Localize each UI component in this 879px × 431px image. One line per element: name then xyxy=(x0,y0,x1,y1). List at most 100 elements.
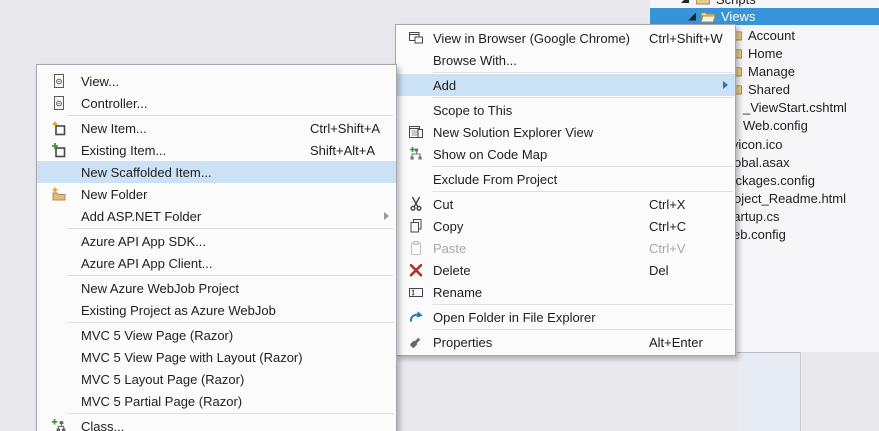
tree-item-label: _ViewStart.cshtml xyxy=(743,100,847,115)
menu-separator xyxy=(67,115,394,116)
menu-item-new-scaffolded-item[interactable]: New Scaffolded Item... xyxy=(37,161,396,183)
menu-item-azure-api-app-client[interactable]: Azure API App Client... xyxy=(37,252,396,274)
menu-item-label: View in Browser (Google Chrome) xyxy=(433,31,649,46)
expander-icon[interactable] xyxy=(681,0,689,3)
menu-item-delete[interactable]: DeleteDel xyxy=(396,259,735,281)
menu-item-label: Properties xyxy=(433,335,649,350)
menu-item-mvc-5-view-page-razor[interactable]: MVC 5 View Page (Razor) xyxy=(37,324,396,346)
menu-item-view[interactable]: View... xyxy=(37,70,396,92)
new-item-icon xyxy=(47,120,71,136)
menu-separator xyxy=(433,72,733,73)
menu-item-label: New Folder xyxy=(81,187,310,202)
menu-item-label: Browse With... xyxy=(433,53,649,68)
tree-item-scripts[interactable]: Scripts xyxy=(650,0,879,8)
menu-item-mvc-5-partial-page-razor[interactable]: MVC 5 Partial Page (Razor) xyxy=(37,390,396,412)
menu-item-label: Copy xyxy=(433,219,649,234)
menu-item-label: Scope to This xyxy=(433,103,649,118)
class-icon xyxy=(47,418,71,431)
menu-item-label: MVC 5 Partial Page (Razor) xyxy=(81,394,310,409)
add-submenu: View... Controller... New Item...Ctrl+Shif… xyxy=(36,64,397,431)
menu-item-new-azure-webjob-project[interactable]: New Azure WebJob Project xyxy=(37,277,396,299)
menu-item-mvc-5-layout-page-razor[interactable]: MVC 5 Layout Page (Razor) xyxy=(37,368,396,390)
delete-icon xyxy=(404,262,428,278)
menu-item-label: Add xyxy=(433,78,649,93)
menu-item-add-asp-net-folder[interactable]: Add ASP.NET Folder xyxy=(37,205,396,227)
menu-separator xyxy=(433,329,733,330)
folder-open-icon xyxy=(700,9,716,25)
tree-item-label: Shared xyxy=(748,82,790,97)
rename-icon xyxy=(404,284,428,300)
page-icon xyxy=(47,95,71,111)
visual-studio-context-menu-screen: ScriptsViewsAccountHomeManageShared_View… xyxy=(0,0,879,431)
tree-item-label: Project_Readme.html xyxy=(721,191,846,206)
tree-item-label: Web.config xyxy=(743,118,808,133)
menu-item-new-folder[interactable]: New Folder xyxy=(37,183,396,205)
context-menu: View in Browser (Google Chrome)Ctrl+Shif… xyxy=(395,24,736,356)
menu-separator xyxy=(67,228,394,229)
menu-item-show-on-code-map[interactable]: Show on Code Map xyxy=(396,143,735,165)
menu-item-add[interactable]: Add xyxy=(396,74,735,96)
menu-separator xyxy=(433,304,733,305)
cut-icon xyxy=(404,196,428,212)
menu-item-properties[interactable]: PropertiesAlt+Enter xyxy=(396,331,735,353)
menu-item-label: Rename xyxy=(433,285,649,300)
panel-divider-horizontal xyxy=(737,352,800,353)
menu-item-rename[interactable]: Rename xyxy=(396,281,735,303)
tree-item-label: Views xyxy=(721,9,755,24)
menu-item-copy[interactable]: CopyCtrl+C xyxy=(396,215,735,237)
panel-corner-area xyxy=(737,353,800,431)
menu-item-label: Delete xyxy=(433,263,649,278)
menu-item-label: Show on Code Map xyxy=(433,147,649,162)
menu-item-view-in-browser-google-chrome[interactable]: View in Browser (Google Chrome)Ctrl+Shif… xyxy=(396,27,735,49)
menu-item-label: Azure API App SDK... xyxy=(81,234,310,249)
tree-item-label: Scripts xyxy=(716,0,756,7)
menu-item-label: Exclude From Project xyxy=(433,172,649,187)
new-folder-icon xyxy=(47,186,71,202)
menu-item-azure-api-app-sdk[interactable]: Azure API App SDK... xyxy=(37,230,396,252)
menu-item-controller[interactable]: Controller... xyxy=(37,92,396,114)
page-icon xyxy=(47,73,71,89)
menu-item-label: Azure API App Client... xyxy=(81,256,310,271)
menu-item-label: MVC 5 View Page (Razor) xyxy=(81,328,310,343)
menu-item-label: Add ASP.NET Folder xyxy=(81,209,310,224)
menu-item-new-solution-explorer-view[interactable]: New Solution Explorer View xyxy=(396,121,735,143)
menu-item-label: Controller... xyxy=(81,96,310,111)
submenu-arrow-icon xyxy=(384,212,389,220)
menu-item-existing-item[interactable]: Existing Item...Shift+Alt+A xyxy=(37,139,396,161)
solution-explorer-view-icon xyxy=(404,124,428,140)
code-map-icon xyxy=(404,146,428,162)
menu-item-label: Existing Project as Azure WebJob xyxy=(81,303,310,318)
menu-separator xyxy=(67,275,394,276)
tree-item-label: Manage xyxy=(748,64,795,79)
tree-item-views[interactable]: Views xyxy=(650,8,879,25)
view-in-browser-icon xyxy=(404,30,428,46)
menu-item-scope-to-this[interactable]: Scope to This xyxy=(396,99,735,121)
menu-item-exclude-from-project[interactable]: Exclude From Project xyxy=(396,168,735,190)
existing-item-icon xyxy=(47,142,71,158)
menu-item-mvc-5-view-page-with-layout-razor[interactable]: MVC 5 View Page with Layout (Razor) xyxy=(37,346,396,368)
menu-item-paste[interactable]: PasteCtrl+V xyxy=(396,237,735,259)
menu-item-open-folder-in-file-explorer[interactable]: Open Folder in File Explorer xyxy=(396,306,735,328)
menu-item-shortcut: Shift+Alt+A xyxy=(310,143,396,158)
menu-item-label: New Azure WebJob Project xyxy=(81,281,310,296)
menu-item-existing-project-as-azure-webjob[interactable]: Existing Project as Azure WebJob xyxy=(37,299,396,321)
menu-item-label: Class... xyxy=(81,419,310,431)
menu-item-shortcut: Ctrl+C xyxy=(649,219,735,234)
menu-item-label: MVC 5 View Page with Layout (Razor) xyxy=(81,350,310,365)
menu-item-class[interactable]: Class... xyxy=(37,415,396,431)
menu-item-label: View... xyxy=(81,74,310,89)
menu-item-cut[interactable]: CutCtrl+X xyxy=(396,193,735,215)
menu-item-browse-with[interactable]: Browse With... xyxy=(396,49,735,71)
menu-item-label: MVC 5 Layout Page (Razor) xyxy=(81,372,310,387)
paste-icon xyxy=(404,240,428,256)
menu-item-label: Existing Item... xyxy=(81,143,310,158)
menu-item-shortcut: Ctrl+Shift+A xyxy=(310,121,396,136)
expander-icon[interactable] xyxy=(688,13,696,21)
panel-divider-vertical xyxy=(800,352,801,431)
menu-item-label: New Item... xyxy=(81,121,310,136)
menu-item-shortcut: Del xyxy=(649,263,735,278)
menu-separator xyxy=(433,191,733,192)
menu-item-label: New Solution Explorer View xyxy=(433,125,649,140)
submenu-arrow-icon xyxy=(723,81,728,89)
menu-item-new-item[interactable]: New Item...Ctrl+Shift+A xyxy=(37,117,396,139)
